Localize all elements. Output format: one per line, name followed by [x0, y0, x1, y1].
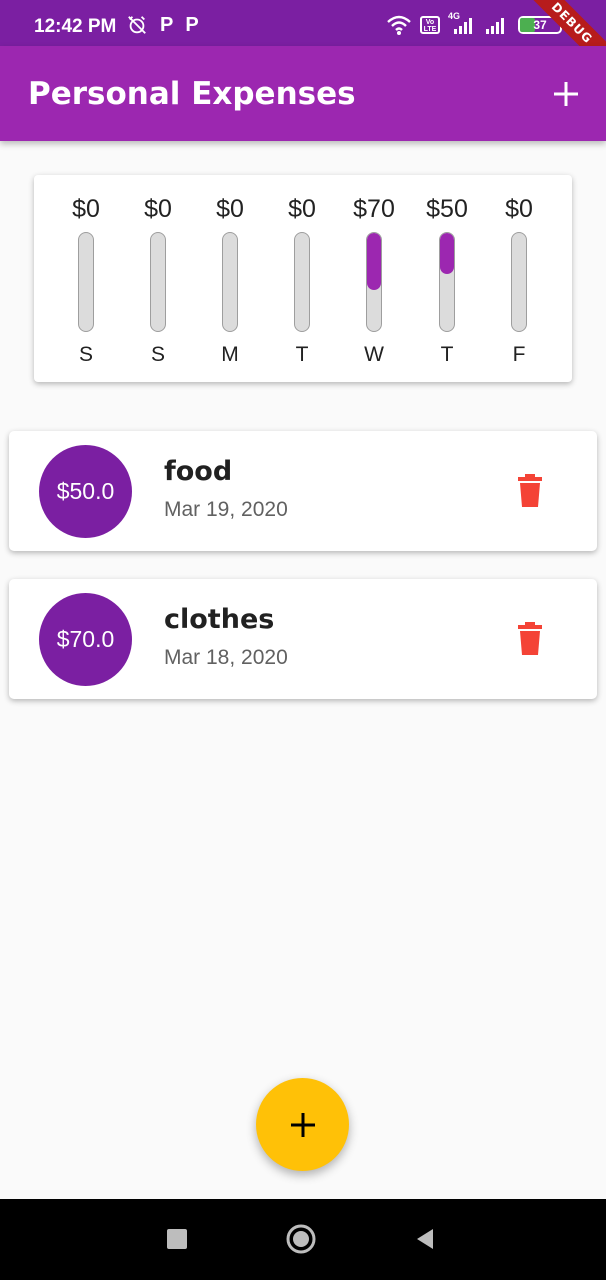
transaction-card: $70.0 clothes Mar 18, 2020 [9, 579, 597, 699]
chart-bar [222, 232, 238, 332]
transaction-card: $50.0 food Mar 19, 2020 [9, 431, 597, 551]
wifi-icon [387, 15, 411, 35]
battery-level: 37 [533, 18, 547, 32]
transaction-date: Mar 19, 2020 [164, 498, 288, 521]
amount-avatar: $70.0 [39, 593, 132, 686]
chart-amount-label: $0 [144, 195, 172, 223]
add-icon [290, 1112, 315, 1137]
weekly-chart: $0 S $0 S $0 M $0 T $70 W $50 T $0 F [34, 175, 572, 382]
chart-bar-column: $0 S [122, 175, 194, 382]
chart-day-label: F [512, 343, 526, 366]
amount-avatar: $50.0 [39, 445, 132, 538]
chart-bar [78, 232, 94, 332]
add-transaction-button[interactable] [256, 1078, 349, 1171]
transaction-date: Mar 18, 2020 [164, 646, 288, 669]
chart-bar-column: $0 S [50, 175, 122, 382]
home-circle-icon[interactable] [285, 1223, 317, 1255]
transaction-title: food [164, 456, 233, 487]
transaction-title: clothes [164, 604, 275, 635]
chart-bar [294, 232, 310, 332]
delete-icon[interactable] [514, 474, 546, 508]
recents-square-icon[interactable] [161, 1223, 193, 1255]
chart-bar [511, 232, 527, 332]
chart-day-label: S [150, 343, 165, 366]
signal-icon [486, 18, 504, 34]
chart-amount-label: $50 [426, 195, 468, 223]
p-app-icon: P [185, 14, 199, 36]
chart-day-label: T [440, 343, 454, 366]
delete-icon[interactable] [514, 622, 546, 656]
status-bar: 12:42 PM P P Vo LTE 4G 37 [0, 0, 606, 46]
chart-amount-label: $0 [505, 195, 533, 223]
signal-4g-icon: 4G [448, 11, 476, 35]
chart-bar-fill [440, 233, 454, 274]
chart-bar-column: $0 M [194, 175, 266, 382]
chart-amount-label: $0 [72, 195, 100, 223]
chart-bar [439, 232, 455, 332]
chart-day-label: S [78, 343, 93, 366]
chart-day-label: W [364, 343, 384, 366]
navigation-bar [0, 1199, 606, 1280]
back-triangle-icon[interactable] [409, 1223, 441, 1255]
chart-bar-column: $50 T [411, 175, 483, 382]
p-app-icon: P [160, 14, 174, 36]
chart-day-label: T [295, 343, 309, 366]
add-icon[interactable] [548, 76, 584, 112]
app-bar: Personal Expenses [0, 46, 606, 141]
chart-bar-column: $70 W [338, 175, 410, 382]
chart-amount-label: $0 [288, 195, 316, 223]
page-title: Personal Expenses [28, 76, 356, 112]
chart-bar-fill [367, 233, 381, 291]
chart-amount-label: $0 [216, 195, 244, 223]
chart-bar [150, 232, 166, 332]
status-time: 12:42 PM [34, 16, 117, 37]
chart-bar [366, 232, 382, 332]
alarm-off-icon [128, 16, 146, 34]
volte-icon: Vo LTE [420, 16, 440, 34]
chart-amount-label: $70 [353, 195, 395, 223]
chart-bar-column: $0 F [483, 175, 555, 382]
chart-bar-column: $0 T [266, 175, 338, 382]
chart-day-label: M [221, 343, 239, 366]
